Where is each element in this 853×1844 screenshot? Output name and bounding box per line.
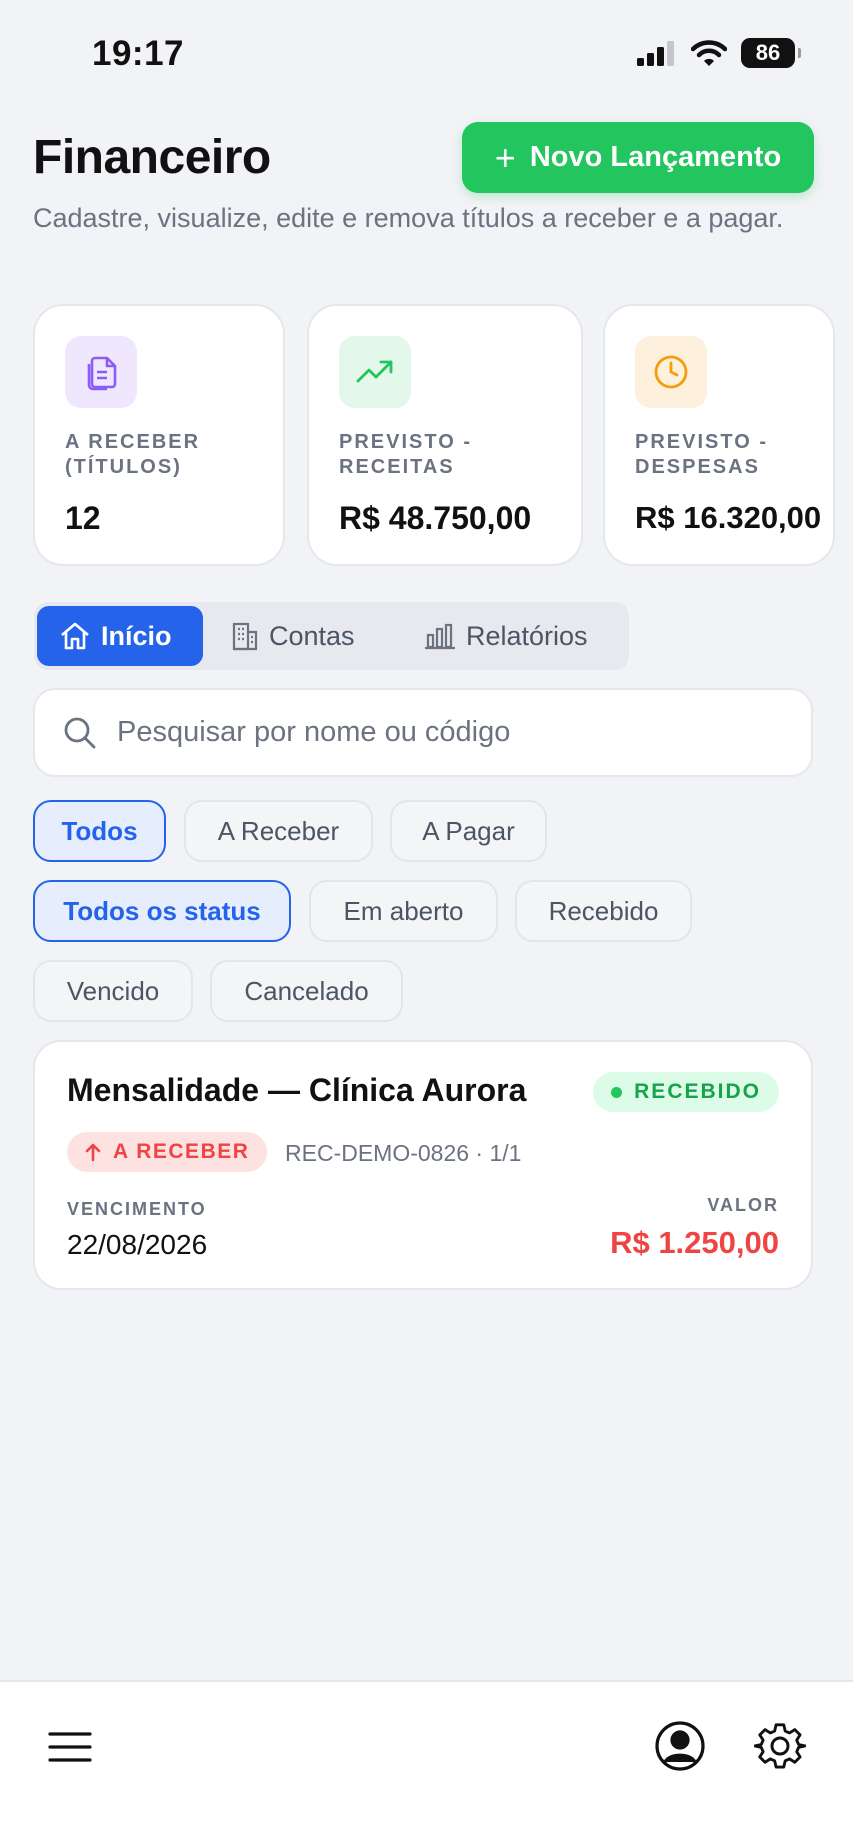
amount-value: R$ 1.250,00 <box>610 1225 779 1260</box>
status-badge: RECEBIDO <box>593 1072 779 1112</box>
entry-title: Mensalidade — Clínica Aurora <box>67 1072 527 1108</box>
tab-bar: Início Contas Relatórios <box>34 602 629 670</box>
user-circle-icon[interactable] <box>654 1720 706 1772</box>
filter-status-em-aberto[interactable]: Em aberto <box>309 880 498 942</box>
tab-label: Início <box>101 620 172 651</box>
status-icons: 86 <box>637 38 801 68</box>
filter-status-recebido[interactable]: Recebido <box>515 880 692 942</box>
card-label: A RECEBER <box>65 431 201 453</box>
menu-icon[interactable] <box>48 1730 92 1764</box>
search-icon <box>64 717 96 748</box>
search-input[interactable]: Pesquisar por nome ou código <box>33 688 813 777</box>
gear-icon[interactable] <box>754 1720 806 1772</box>
filter-status-cancelado[interactable]: Cancelado <box>210 960 403 1022</box>
plus-icon: + <box>494 136 516 178</box>
amount-label: VALOR <box>707 1195 779 1215</box>
battery-indicator: 86 <box>741 38 801 68</box>
new-entry-label: Novo Lançamento <box>529 141 782 173</box>
due-label: VENCIMENTO <box>67 1199 207 1219</box>
tab-label: Relatórios <box>466 620 588 651</box>
card-label: RECEITAS <box>339 456 455 478</box>
due-date: 22/08/2026 <box>67 1229 208 1260</box>
tab-relatorios[interactable]: Relatórios <box>402 606 610 666</box>
page-subtitle: Cadastre, visualize, edite e remova títu… <box>33 203 784 233</box>
entry-code: REC-DEMO-0826 · 1/1 <box>285 1140 522 1166</box>
signal-icon <box>637 41 674 66</box>
building-icon <box>232 622 258 651</box>
entry-card[interactable]: Mensalidade — Clínica Aurora RECEBIDO A … <box>33 1040 813 1290</box>
status-dot-icon <box>611 1086 623 1098</box>
type-badge: A RECEBER <box>67 1132 268 1172</box>
filter-type-a-pagar[interactable]: A Pagar <box>390 800 547 862</box>
card-label: (TÍTULOS) <box>65 456 182 478</box>
summary-card-receivables: A RECEBER (TÍTULOS) 12 <box>33 304 285 566</box>
home-icon <box>61 622 89 650</box>
status-badge-label: RECEBIDO <box>634 1080 761 1103</box>
page-title: Financeiro <box>33 131 271 184</box>
bar-chart-icon <box>425 623 455 650</box>
new-entry-button[interactable]: + Novo Lançamento <box>462 122 814 193</box>
tab-inicio[interactable]: Início <box>37 606 203 666</box>
card-label: PREVISTO - <box>635 431 768 453</box>
card-value: R$ 48.750,00 <box>339 500 532 536</box>
card-label: PREVISTO - <box>339 431 472 453</box>
card-value: R$ 16.320,00 <box>635 500 822 535</box>
summary-card-revenue: PREVISTO - RECEITAS R$ 48.750,00 <box>307 304 583 566</box>
card-label: DESPESAS <box>635 456 760 478</box>
tab-contas[interactable]: Contas <box>209 606 377 666</box>
wifi-icon <box>691 40 727 66</box>
search-placeholder: Pesquisar por nome ou código <box>117 716 511 748</box>
filter-type-a-receber[interactable]: A Receber <box>184 800 373 862</box>
bottom-bar <box>0 1680 853 1844</box>
filter-status-todos[interactable]: Todos os status <box>33 880 291 942</box>
card-value: 12 <box>65 500 101 536</box>
summary-card-expenses: PREVISTO - DESPESAS R$ 16.320,00 <box>603 304 835 566</box>
arrow-up-icon <box>85 1143 101 1162</box>
clock-icon <box>635 336 707 408</box>
status-time: 19:17 <box>92 34 185 73</box>
tab-label: Contas <box>269 620 355 651</box>
type-badge-label: A RECEBER <box>113 1140 250 1163</box>
filter-type-todos[interactable]: Todos <box>33 800 166 862</box>
trending-up-icon <box>339 336 411 408</box>
filter-status-vencido[interactable]: Vencido <box>33 960 193 1022</box>
documents-icon <box>65 336 137 408</box>
